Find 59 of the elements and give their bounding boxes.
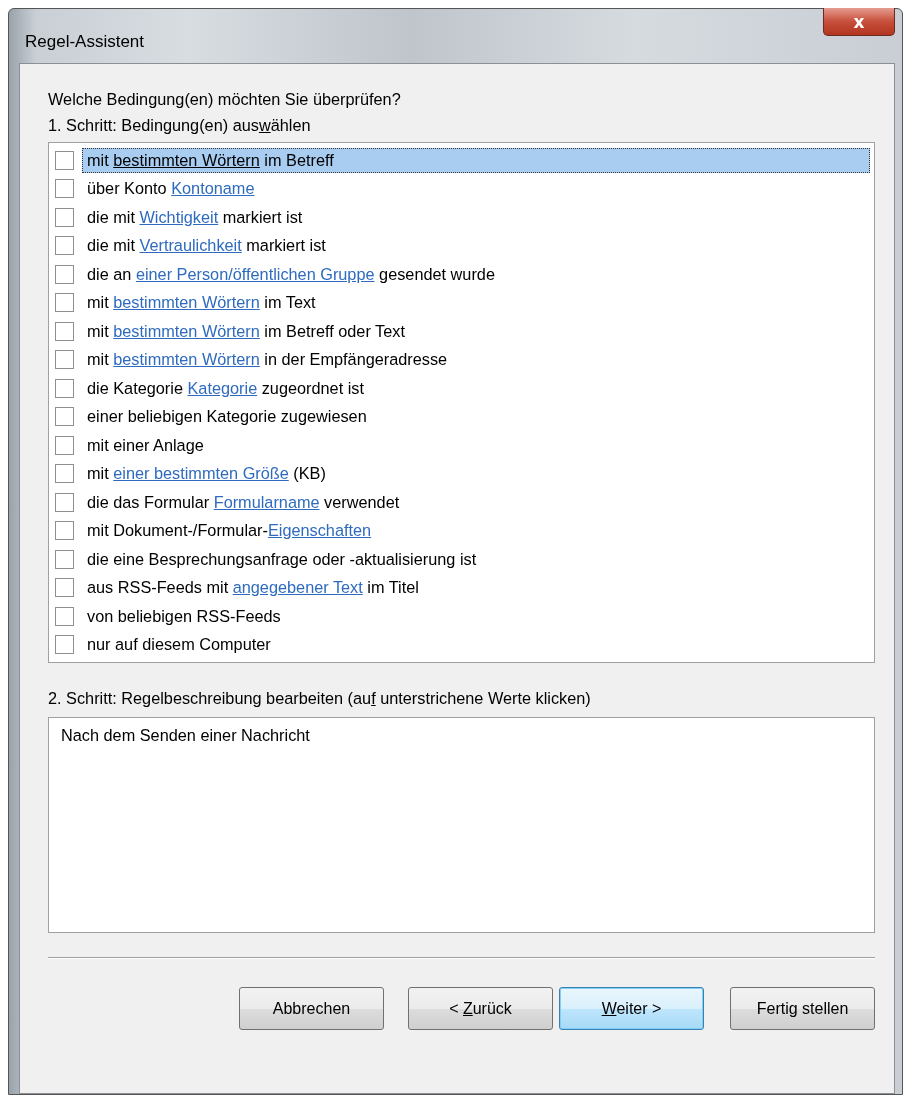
checkbox[interactable] bbox=[55, 150, 74, 170]
condition-text[interactable]: mit einer bestimmten Größe (KB) bbox=[82, 461, 870, 487]
value-link[interactable]: Wichtigkeit bbox=[139, 207, 219, 226]
value-link[interactable]: Vertraulichkeit bbox=[139, 236, 242, 255]
condition-text[interactable]: die Kategorie Kategorie zugeordnet ist bbox=[82, 375, 870, 401]
condition-text[interactable]: über Konto Kontoname bbox=[82, 176, 870, 202]
condition-text[interactable]: nur auf diesem Computer bbox=[82, 632, 870, 658]
value-link[interactable]: Kontoname bbox=[171, 179, 255, 198]
value-link[interactable]: bestimmten Wörtern bbox=[113, 321, 260, 340]
checkbox[interactable] bbox=[55, 293, 74, 313]
checkbox[interactable] bbox=[55, 492, 74, 512]
rule-description: Nach dem Senden einer Nachricht bbox=[61, 726, 310, 744]
condition-text[interactable]: mit einer Anlage bbox=[82, 432, 870, 458]
checkbox[interactable] bbox=[55, 378, 74, 398]
value-link[interactable]: bestimmten Wörtern bbox=[113, 293, 260, 312]
value-link[interactable]: bestimmten Wörtern bbox=[113, 350, 260, 369]
condition-text[interactable]: mit bestimmten Wörtern im Text bbox=[82, 290, 870, 316]
checkbox[interactable] bbox=[55, 578, 74, 598]
checkbox[interactable] bbox=[55, 264, 74, 284]
condition-text[interactable]: die das Formular Formularname verwendet bbox=[82, 489, 870, 515]
checkbox[interactable] bbox=[55, 635, 74, 655]
close-button[interactable]: x bbox=[823, 8, 895, 36]
dialog-button[interactable]: Fertig stellen bbox=[730, 987, 875, 1030]
condition-text[interactable]: mit bestimmten Wörtern in der Empfängeradresse bbox=[82, 347, 870, 373]
step-label: 2. Schritt: Regelbeschreibung bearbeiten (auf unterstrichene Werte klicken) bbox=[48, 688, 592, 709]
dialog-button[interactable]: Weiter > bbox=[559, 987, 704, 1030]
checkbox[interactable] bbox=[55, 606, 74, 626]
dialog-button[interactable]: Abbrechen bbox=[239, 987, 384, 1030]
condition-text[interactable]: einer beliebigen Kategorie zugewiesen bbox=[82, 404, 870, 430]
value-link[interactable]: Kategorie bbox=[187, 378, 258, 397]
condition-text[interactable]: mit Dokument-/Formular-Eigenschaften bbox=[82, 518, 870, 544]
value-link[interactable]: einer Person/öffentlichen Gruppe bbox=[135, 264, 375, 283]
value-link[interactable]: bestimmten Wörtern bbox=[113, 150, 260, 169]
checkbox[interactable] bbox=[55, 549, 74, 569]
condition-text[interactable]: die an einer Person/öffentlichen Gruppe gesendet wurde bbox=[82, 261, 870, 287]
value-link[interactable]: angegebener Text bbox=[232, 578, 363, 597]
value-link[interactable]: Eigenschaften bbox=[267, 521, 372, 540]
checkbox[interactable] bbox=[55, 407, 74, 427]
condition-text[interactable]: die mit Vertraulichkeit markiert ist bbox=[82, 233, 870, 259]
checkbox[interactable] bbox=[55, 207, 74, 227]
checkbox[interactable] bbox=[55, 236, 74, 256]
value-link[interactable]: Formularname bbox=[213, 492, 320, 511]
window-title: Regel-Assistent bbox=[24, 31, 146, 52]
condition-text[interactable]: die mit Wichtigkeit markiert ist bbox=[82, 204, 870, 230]
checkbox[interactable] bbox=[55, 464, 74, 484]
checkbox[interactable] bbox=[55, 350, 74, 370]
checkbox[interactable] bbox=[55, 321, 74, 341]
step-label: 1. Schritt: Bedingung(en) auswählen bbox=[48, 115, 312, 136]
value-link[interactable]: einer bestimmten Größe bbox=[113, 464, 289, 483]
condition-text[interactable]: aus RSS-Feeds mit angegebener Text im Titel bbox=[82, 575, 870, 601]
condition-text[interactable]: von beliebigen RSS-Feeds bbox=[82, 603, 870, 629]
checkbox[interactable] bbox=[55, 521, 74, 541]
condition-text[interactable]: die eine Besprechungsanfrage oder -aktualisierung ist bbox=[82, 546, 870, 572]
condition-text[interactable]: mit bestimmten Wörtern im Betreff oder Text bbox=[82, 318, 870, 344]
question-label: Welche Bedingung(en) möchten Sie überprüfen? bbox=[48, 89, 402, 110]
dialog-button[interactable]: < Zurück bbox=[408, 987, 553, 1030]
checkbox[interactable] bbox=[55, 435, 74, 455]
checkbox[interactable] bbox=[55, 179, 74, 199]
condition-text[interactable]: mit bestimmten Wörtern im Betreff bbox=[82, 147, 870, 173]
